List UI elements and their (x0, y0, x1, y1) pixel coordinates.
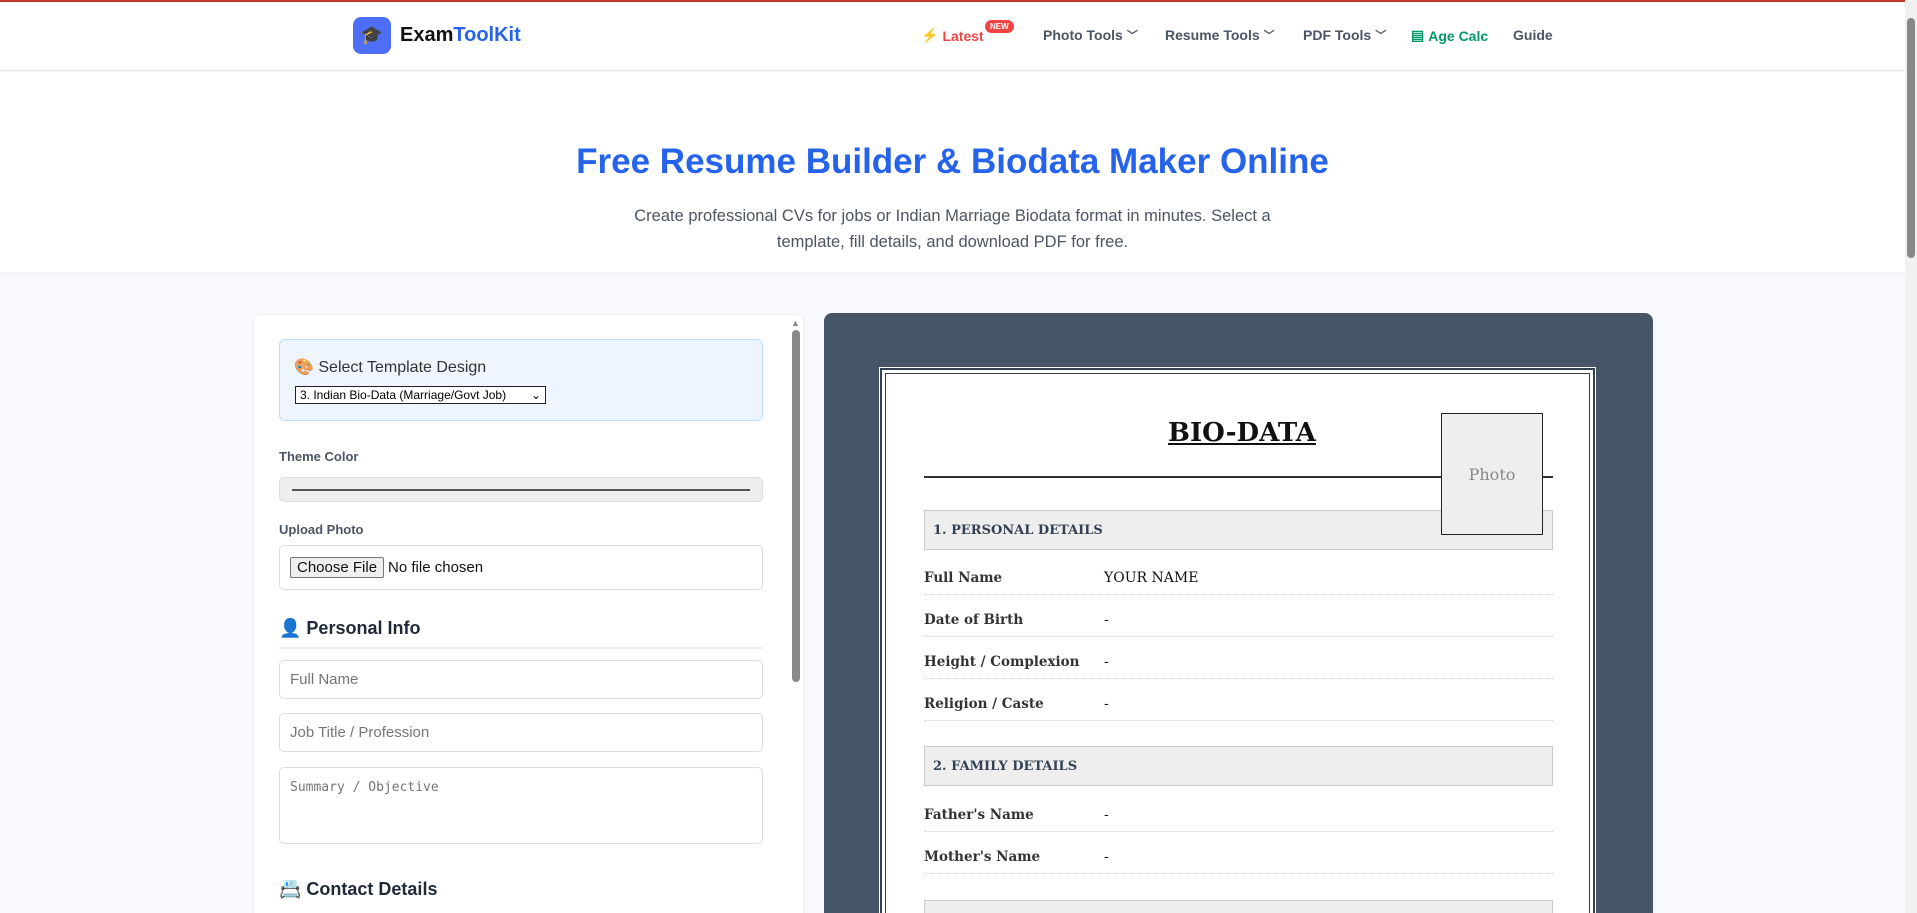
nav-guide[interactable]: Guide (1513, 27, 1553, 43)
scroll-up-arrow[interactable]: ▲ (791, 318, 800, 328)
row-label: Full Name (924, 570, 1104, 586)
chevron-down-icon: ⌄ (531, 388, 541, 402)
calculator-icon: ▤ (1411, 27, 1424, 44)
choose-file-button[interactable]: Choose File (290, 557, 384, 578)
row-value: YOUR NAME (1104, 570, 1198, 586)
page-scroll-thumb[interactable] (1907, 18, 1915, 258)
nav-pdf-tools[interactable]: PDF Tools﹀ (1303, 27, 1386, 43)
table-row: Religion / Caste- (924, 687, 1553, 721)
lightning-icon: ⚡ (921, 27, 938, 44)
template-selector-box: 🎨 Select Template Design 3. Indian Bio-D… (279, 339, 763, 421)
editor-panel: 🎨 Select Template Design 3. Indian Bio-D… (254, 315, 803, 913)
file-status: No file chosen (388, 559, 483, 576)
row-label: Father's Name (924, 807, 1104, 823)
table-row: Mother's Name- (924, 840, 1553, 874)
nav-photo-tools[interactable]: Photo Tools﹀ (1043, 27, 1138, 43)
nav-label: Photo Tools (1043, 27, 1123, 43)
brand-part: Exam (400, 24, 453, 46)
heading-text: Personal Info (306, 618, 420, 639)
new-badge: NEW (985, 20, 1014, 33)
chevron-down-icon: ﹀ (1127, 27, 1138, 43)
page-title: Free Resume Builder & Biodata Maker Onli… (0, 142, 1905, 182)
table-row: Date of Birth- (924, 603, 1553, 637)
row-value: - (1104, 807, 1109, 823)
chevron-down-icon: ﹀ (1375, 27, 1386, 43)
brand-part: ToolKit (453, 24, 520, 46)
biodata-title: BIO-DATA (1168, 418, 1316, 448)
nav-latest[interactable]: ⚡Latest (921, 27, 984, 44)
photo-file-input[interactable]: Choose FileNo file chosen (279, 545, 763, 590)
user-icon: 👤 (279, 618, 301, 639)
nav-label: Age Calc (1428, 28, 1488, 44)
template-select-value: 3. Indian Bio-Data (Marriage/Govt Job) (300, 388, 506, 402)
nav-label: Guide (1513, 27, 1553, 43)
job-title-input[interactable]: Job Title / Profession (279, 713, 763, 752)
color-swatch (292, 489, 750, 491)
row-value: - (1104, 849, 1109, 865)
theme-color-label: Theme Color (279, 449, 358, 464)
theme-color-picker[interactable] (279, 477, 763, 502)
page-subtitle: Create professional CVs for jobs or Indi… (610, 203, 1295, 255)
row-label: Mother's Name (924, 849, 1104, 865)
divider (279, 647, 763, 649)
row-label: Date of Birth (924, 612, 1104, 628)
full-name-input[interactable]: Full Name (279, 660, 763, 699)
contact-details-heading: 📇Contact Details (279, 879, 437, 900)
table-row: Father's Name- (924, 798, 1553, 832)
heading-text: Contact Details (306, 879, 437, 900)
row-value: - (1104, 696, 1109, 712)
chevron-down-icon: ﹀ (1264, 27, 1275, 43)
nav-resume-tools[interactable]: Resume Tools﹀ (1165, 27, 1275, 43)
row-value: - (1104, 612, 1109, 628)
nav-label: Latest (942, 28, 983, 44)
table-row: Full NameYOUR NAME (924, 561, 1553, 595)
template-label: 🎨 Select Template Design (294, 357, 486, 377)
nav-age-calc[interactable]: ▤Age Calc (1411, 27, 1488, 44)
personal-info-heading: 👤Personal Info (279, 618, 420, 639)
row-label: Religion / Caste (924, 696, 1104, 712)
summary-textarea[interactable]: Summary / Objective (279, 767, 763, 844)
section-family-details: 2. FAMILY DETAILS (924, 746, 1553, 786)
graduation-cap-icon[interactable]: 🎓 (353, 17, 391, 54)
brand-logo[interactable]: ExamToolKit (400, 24, 521, 47)
template-label-text: Select Template Design (318, 359, 486, 376)
section-next (924, 900, 1553, 913)
row-label: Height / Complexion (924, 654, 1104, 670)
panel-scrollbar[interactable] (792, 330, 800, 682)
table-row: Height / Complexion- (924, 645, 1553, 679)
upload-photo-label: Upload Photo (279, 522, 364, 537)
address-book-icon: 📇 (279, 879, 301, 900)
photo-placeholder: Photo (1441, 413, 1543, 535)
nav-label: PDF Tools (1303, 27, 1371, 43)
row-value: - (1104, 654, 1109, 670)
template-select[interactable]: 3. Indian Bio-Data (Marriage/Govt Job) ⌄ (295, 386, 546, 404)
palette-icon: 🎨 (294, 359, 314, 376)
nav-label: Resume Tools (1165, 27, 1260, 43)
